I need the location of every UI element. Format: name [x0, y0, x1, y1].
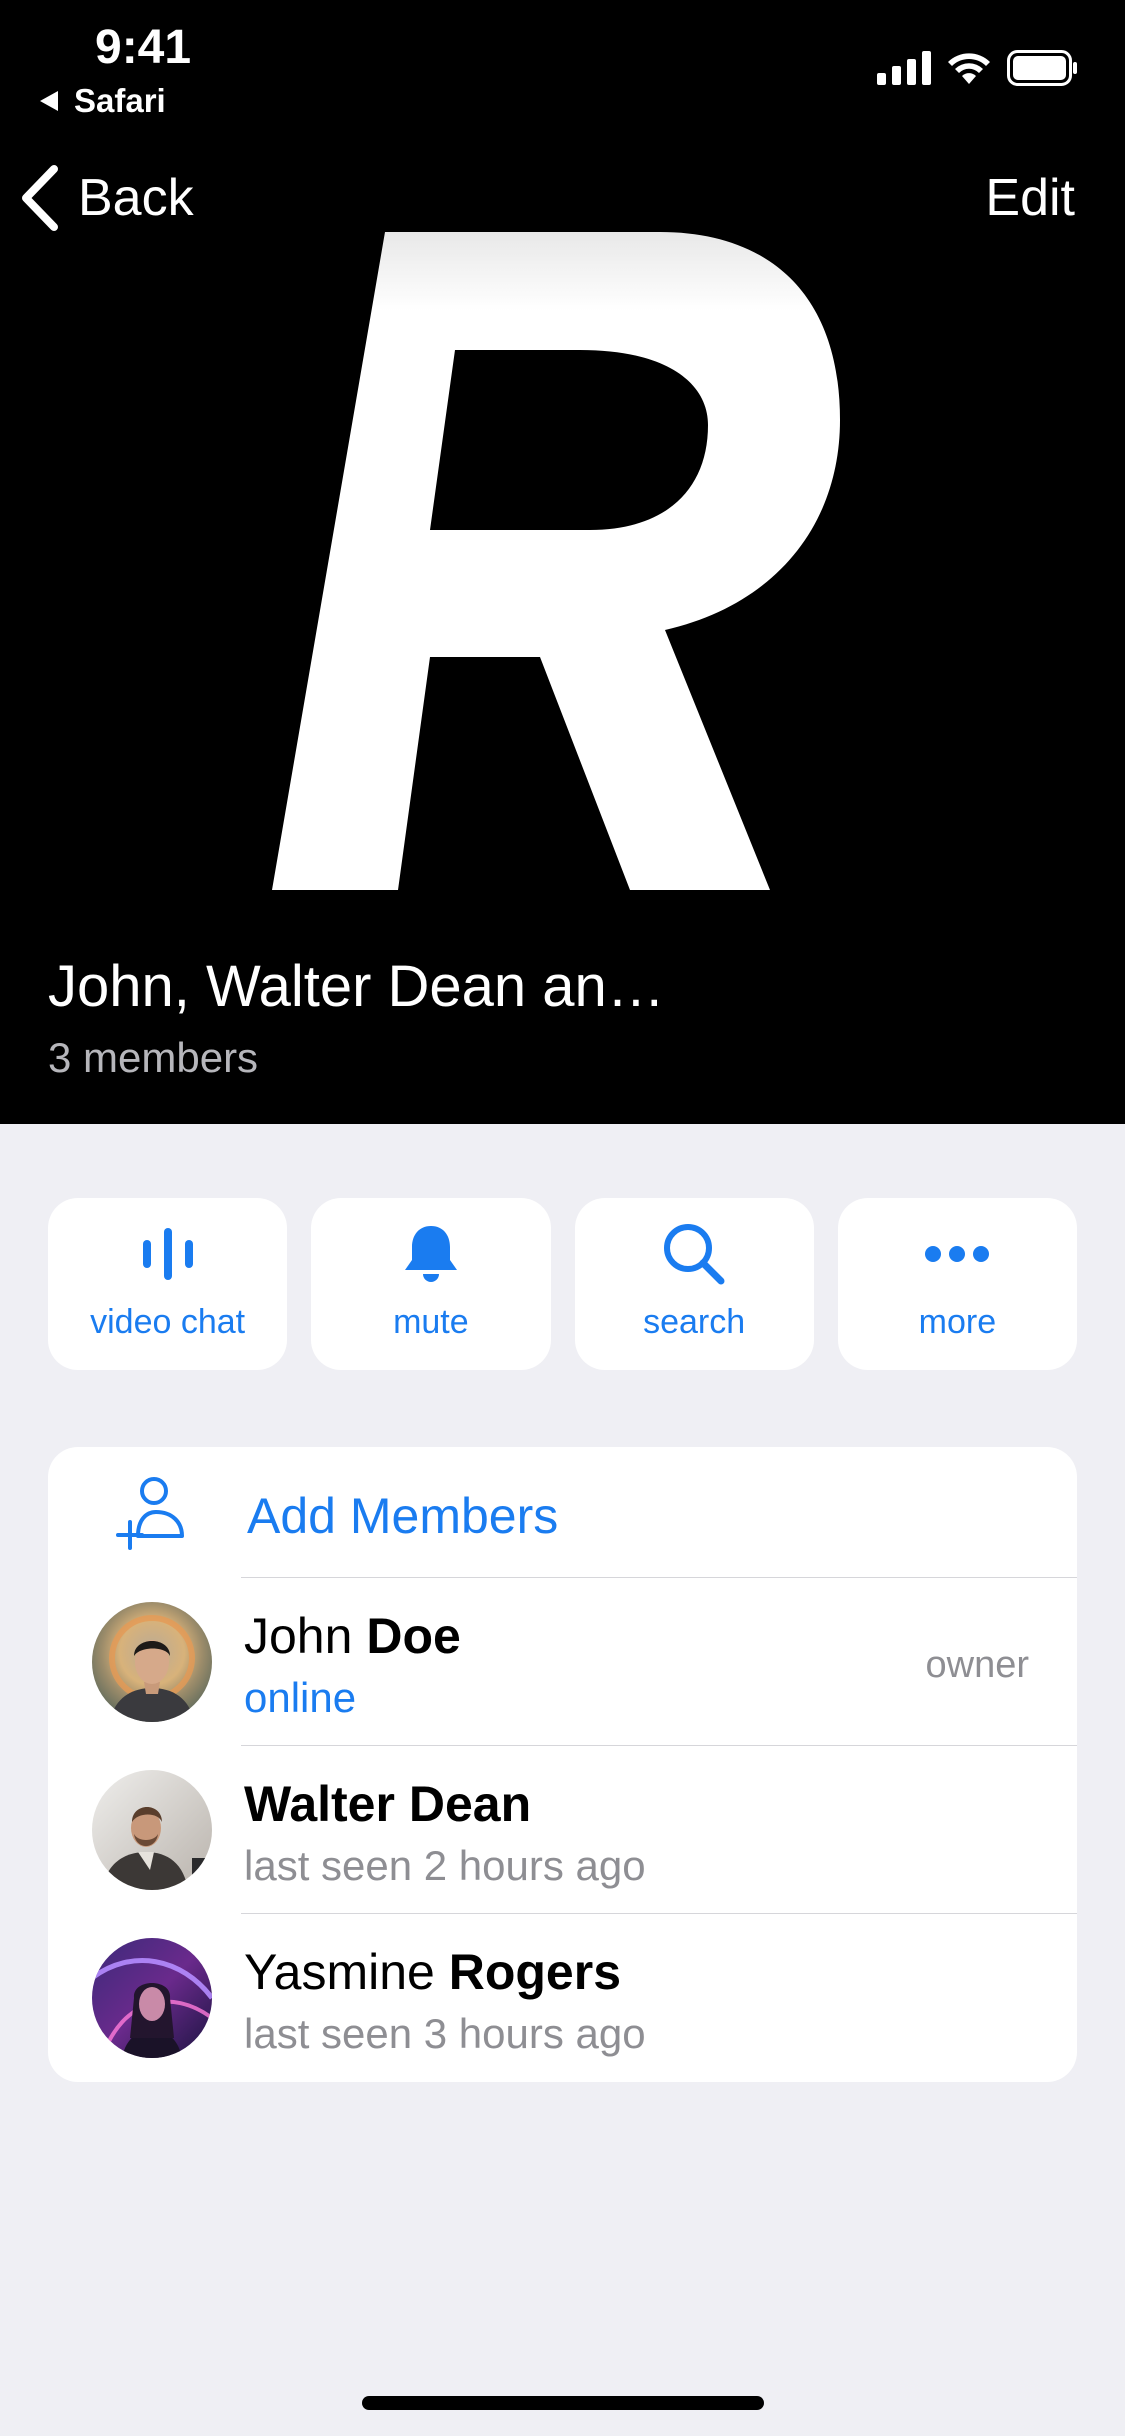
- avatar: [92, 1938, 212, 2058]
- back-label: Back: [78, 169, 194, 227]
- member-status: last seen 3 hours ago: [244, 2010, 646, 2057]
- back-button[interactable]: Back: [20, 165, 194, 231]
- group-avatar-letter-r: [272, 232, 840, 890]
- status-icons: [877, 50, 1079, 86]
- bell-icon: [404, 1226, 457, 1282]
- status-time: 9:41: [95, 21, 192, 74]
- search-icon: [664, 1224, 725, 1285]
- group-member-count: 3 members: [48, 1034, 259, 1081]
- video-chat-icon: [142, 1228, 193, 1280]
- member-name: John Doe: [244, 1608, 461, 1664]
- home-indicator[interactable]: [362, 2396, 764, 2410]
- search-button[interactable]: search: [574, 1198, 814, 1370]
- member-row-yasmine-rogers[interactable]: Yasmine Rogers last seen 3 hours ago: [48, 1913, 1077, 2081]
- member-row-walter-dean[interactable]: Walter Dean last seen 2 hours ago: [48, 1745, 1077, 1913]
- member-role-badge: owner: [925, 1644, 1030, 1686]
- cellular-signal-icon: [877, 51, 931, 85]
- mute-button[interactable]: mute: [311, 1198, 551, 1370]
- avatar: [92, 1602, 212, 1722]
- chevron-left-icon: [22, 165, 58, 231]
- member-status: online: [244, 1674, 357, 1721]
- return-app-label: Safari: [74, 82, 166, 119]
- mute-label: mute: [393, 1303, 469, 1341]
- action-buttons: video chat mute search more: [48, 1198, 1077, 1370]
- search-label: search: [643, 1303, 746, 1341]
- yasmine-rogers-avatar-image: [92, 1938, 212, 2058]
- member-name: Walter Dean: [244, 1776, 532, 1832]
- member-status: last seen 2 hours ago: [244, 1842, 646, 1889]
- return-to-safari[interactable]: Safari: [38, 82, 166, 120]
- member-row-john-doe[interactable]: John Doe online owner: [48, 1577, 1077, 1745]
- edit-button[interactable]: Edit: [985, 168, 1075, 228]
- member-name: Yasmine Rogers: [244, 1944, 621, 2000]
- more-button[interactable]: more: [837, 1198, 1077, 1370]
- group-title: John, Walter Dean an…: [48, 954, 665, 1019]
- video-chat-button[interactable]: video chat: [48, 1198, 288, 1370]
- avatar: [92, 1770, 212, 1890]
- walter-dean-avatar-image: [92, 1770, 212, 1890]
- back-triangle-icon: [40, 91, 58, 111]
- add-members-label: Add Members: [247, 1488, 559, 1544]
- wifi-icon: [948, 53, 990, 84]
- battery-icon: [1007, 50, 1077, 86]
- more-label: more: [918, 1303, 997, 1341]
- add-member-icon: [116, 1477, 184, 1550]
- ellipsis-icon: [925, 1246, 990, 1262]
- add-members-row[interactable]: Add Members: [48, 1447, 1077, 1577]
- john-doe-avatar-image: [92, 1602, 212, 1722]
- video-chat-label: video chat: [90, 1303, 246, 1341]
- members-card: Add Members John Doe online owner Walter…: [48, 1447, 1077, 2082]
- group-avatar-hero[interactable]: 9:41 Safari Back Edit John, Walter Dean …: [0, 0, 1125, 1124]
